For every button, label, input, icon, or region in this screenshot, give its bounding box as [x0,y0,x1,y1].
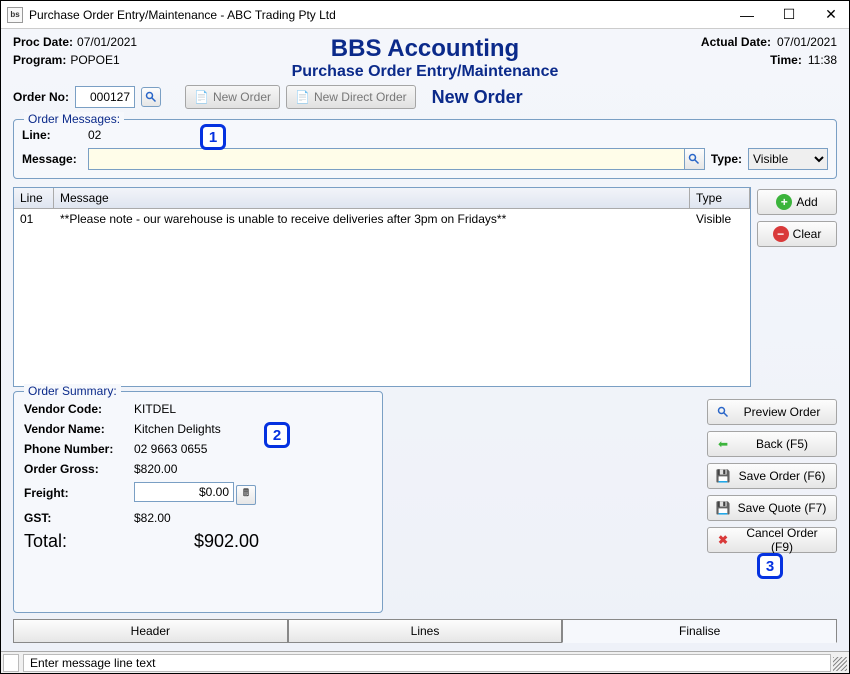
doc-icon: 📄 [194,90,209,104]
minimize-button[interactable]: — [735,5,759,25]
line-value: 02 [88,128,101,142]
resize-grip-icon[interactable] [833,657,847,671]
total-value: $902.00 [134,531,259,552]
order-lookup-button[interactable] [141,87,161,107]
order-summary-panel: Order Summary: 2 Vendor Code:KITDEL Vend… [13,391,383,613]
cancel-icon: ✖ [716,533,730,547]
col-message-header: Message [54,188,690,208]
freight-label: Freight: [24,486,134,500]
calculator-button[interactable]: 🖩 [236,485,256,505]
main-title: BBS Accounting [193,35,657,63]
window-title: Purchase Order Entry/Maintenance - ABC T… [29,8,735,22]
sub-title: Purchase Order Entry/Maintenance [193,63,657,81]
callout-3: 3 [757,553,783,579]
save-quote-button[interactable]: 💾Save Quote (F7) [707,495,837,521]
vendor-code-value: KITDEL [134,402,372,416]
type-label: Type: [711,152,742,166]
calculator-icon: 🖩 [243,486,249,503]
arrow-left-icon: ⬅ [716,437,730,451]
tab-lines[interactable]: Lines [288,619,563,643]
type-select[interactable]: Visible [748,148,828,170]
message-label: Message: [22,152,82,166]
line-label: Line: [22,128,82,142]
col-line-header: Line [14,188,54,208]
messages-grid[interactable]: Line Message Type 01 **Please note - our… [13,187,751,387]
add-button[interactable]: +Add [757,189,837,215]
program-value: POPOE1 [70,53,119,67]
order-no-label: Order No: [13,90,69,104]
callout-2: 2 [264,422,290,448]
back-button[interactable]: ⬅Back (F5) [707,431,837,457]
order-status-label: New Order [432,87,523,108]
maximize-button[interactable]: ☐ [777,5,801,25]
message-input[interactable] [89,152,684,166]
new-order-button[interactable]: 📄New Order [185,85,280,109]
vendor-code-label: Vendor Code: [24,402,134,416]
callout-1: 1 [200,124,226,150]
proc-date-label: Proc Date: [13,35,73,49]
status-text: Enter message line text [23,654,831,672]
phone-label: Phone Number: [24,442,134,456]
statusbar: Enter message line text [1,651,849,673]
minus-icon: − [773,226,789,242]
close-button[interactable]: ✕ [819,5,843,25]
proc-date-value: 07/01/2021 [77,35,137,49]
gst-value: $82.00 [134,511,372,525]
doc-icon: 📄 [295,90,310,104]
vendor-name-label: Vendor Name: [24,422,134,436]
titlebar: bs Purchase Order Entry/Maintenance - AB… [1,1,849,29]
order-no-input[interactable] [75,86,135,108]
phone-value: 02 9663 0655 [134,442,372,456]
freight-input[interactable] [134,482,234,502]
search-icon [716,406,730,418]
summary-legend: Order Summary: [24,384,121,398]
actual-date-value: 07/01/2021 [777,35,837,49]
table-row[interactable]: 01 **Please note - our warehouse is unab… [14,209,750,229]
clear-button[interactable]: −Clear [757,221,837,247]
tab-finalise[interactable]: Finalise [562,619,837,643]
col-type-header: Type [690,188,750,208]
header-info: Proc Date: 07/01/2021 Program: POPOE1 BBS … [9,33,841,83]
gross-label: Order Gross: [24,462,134,476]
tab-header[interactable]: Header [13,619,288,643]
total-label: Total: [24,531,134,552]
time-label: Time: [770,53,802,67]
time-value: 11:38 [808,53,837,67]
actual-date-label: Actual Date: [701,35,771,49]
save-icon: 💾 [716,501,730,515]
save-icon: 💾 [716,469,730,483]
messages-legend: Order Messages: [24,112,124,126]
message-lookup-button[interactable] [684,149,704,169]
new-direct-order-button[interactable]: 📄New Direct Order [286,85,416,109]
vendor-name-value: Kitchen Delights [134,422,372,436]
app-icon: bs [7,7,23,23]
order-messages-panel: Order Messages: 1 Line: 02 Message: Type… [13,119,837,179]
program-label: Program: [13,53,66,67]
cancel-order-button[interactable]: ✖Cancel Order (F9) [707,527,837,553]
preview-order-button[interactable]: Preview Order [707,399,837,425]
plus-icon: + [776,194,792,210]
save-order-button[interactable]: 💾Save Order (F6) [707,463,837,489]
gross-value: $820.00 [134,462,372,476]
gst-label: GST: [24,511,134,525]
